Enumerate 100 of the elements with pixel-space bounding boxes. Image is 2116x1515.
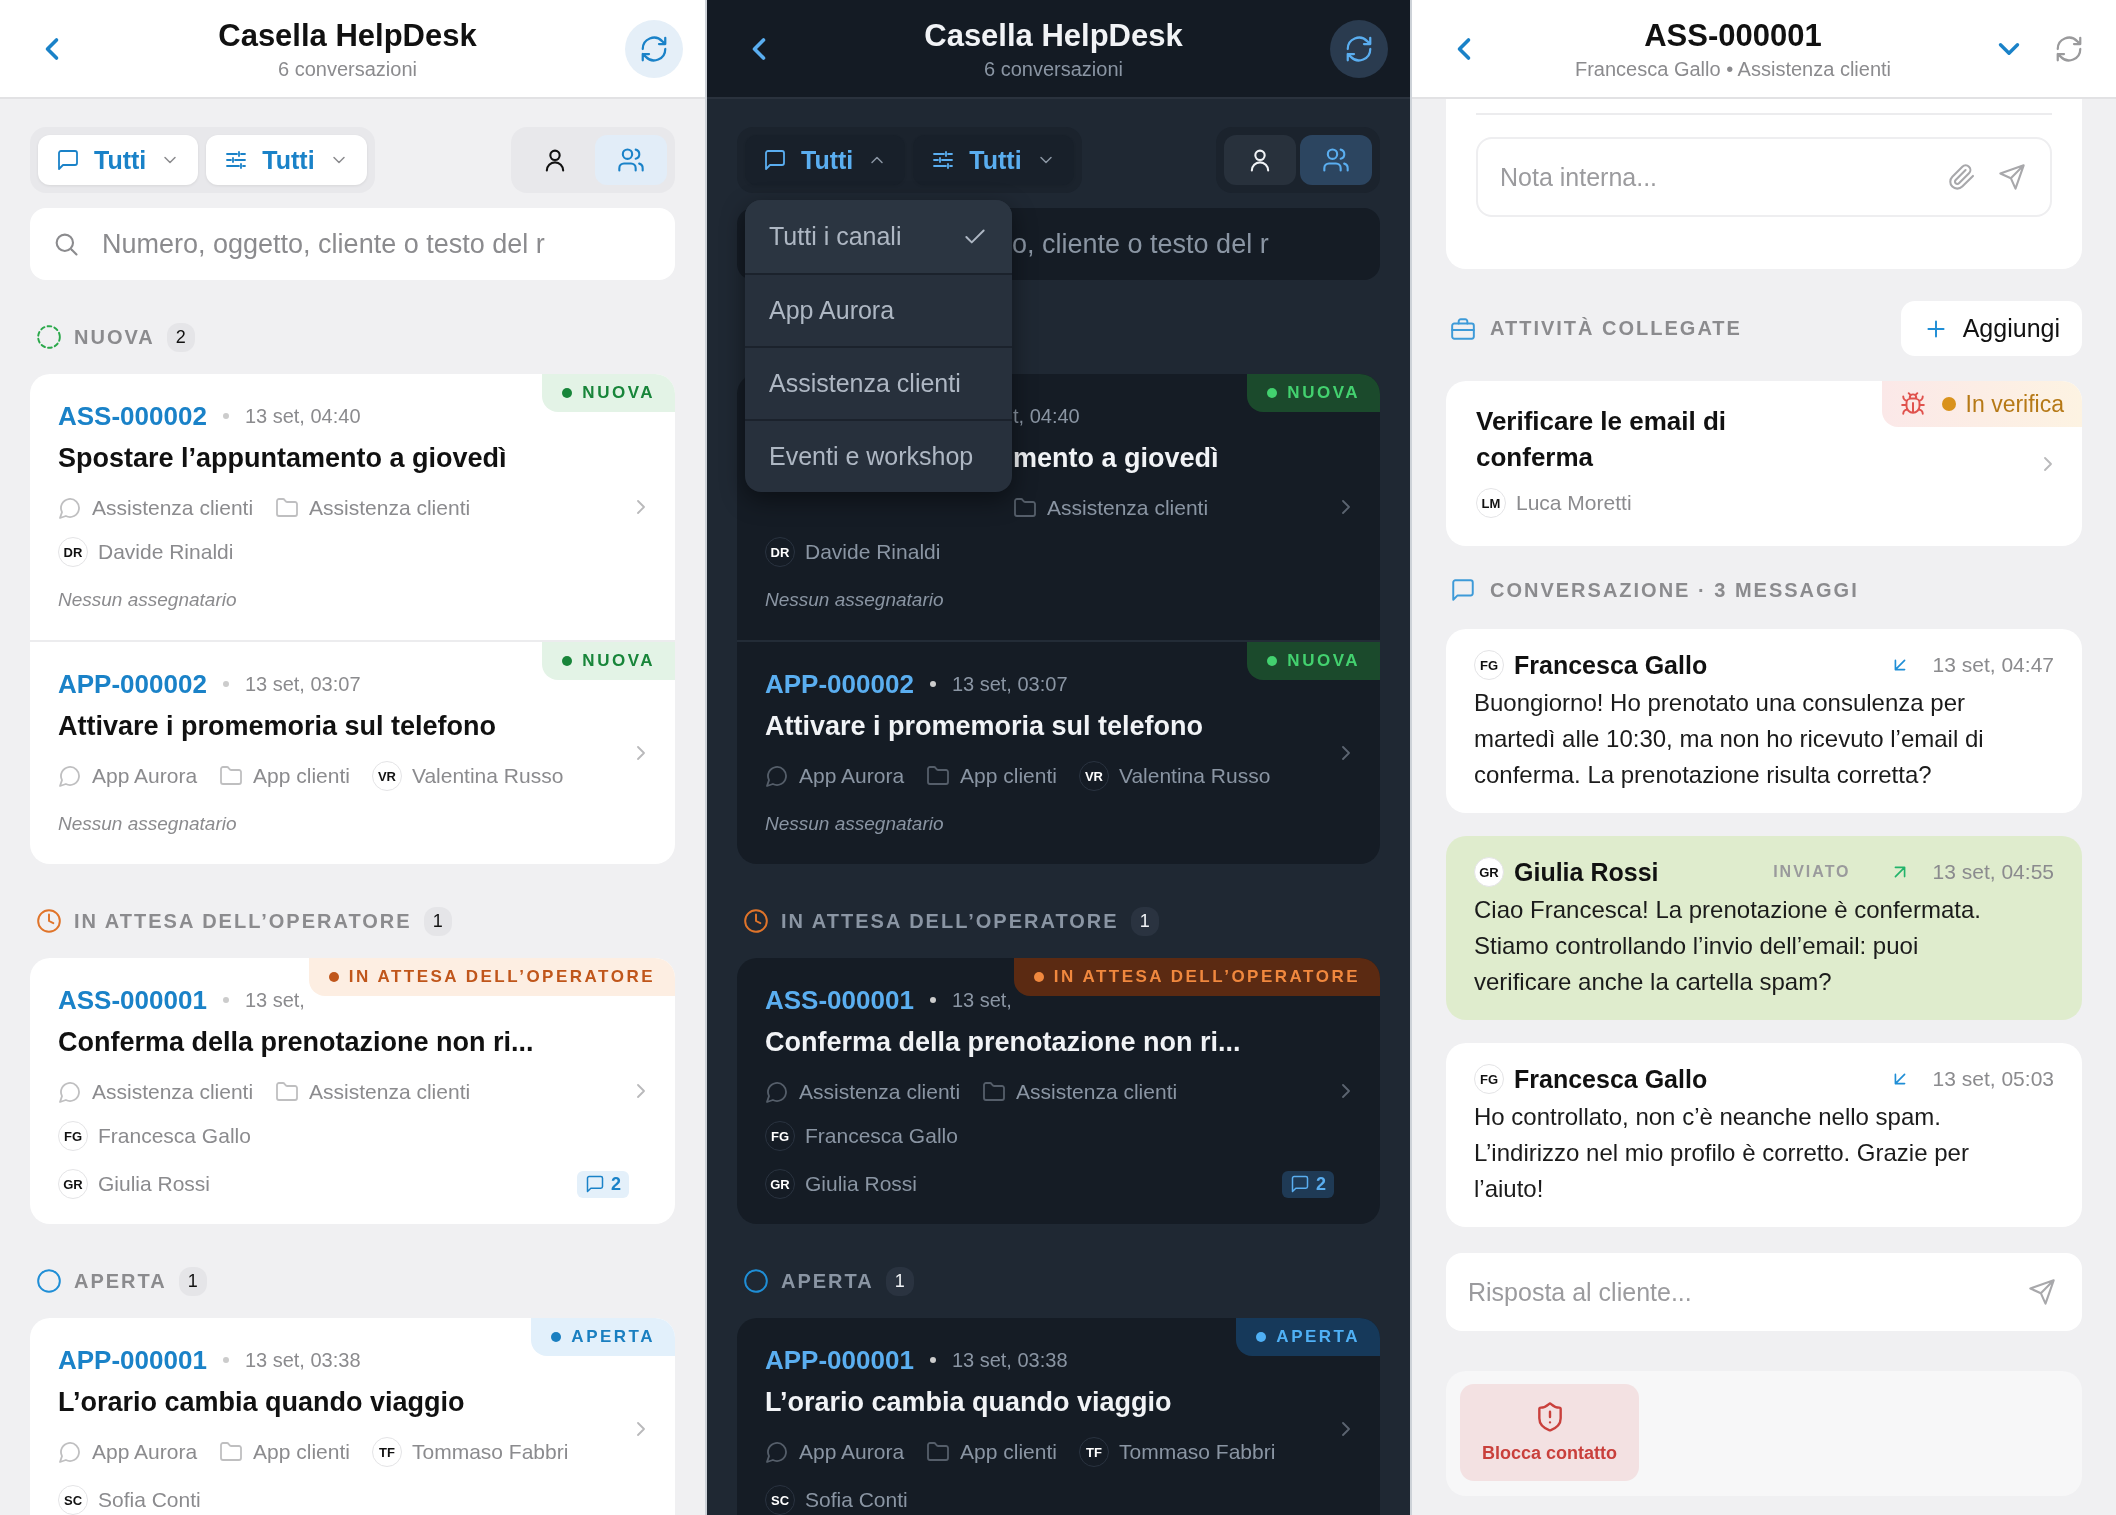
section-count: 2 bbox=[166, 322, 195, 352]
folder-label: App clienti bbox=[960, 1440, 1057, 1464]
speech-bubble-icon bbox=[58, 496, 82, 520]
paperclip-icon bbox=[1948, 163, 1976, 191]
note-field[interactable]: Nota interna... bbox=[1476, 137, 2052, 217]
initials-avatar: FG bbox=[765, 1121, 795, 1151]
message-text: Buongiorno! Ho prenotato una consulenza per martedì alle 10:30, ma non ho ricevuto l’email di conferma. La prenotazione risulta corretta? bbox=[1474, 688, 1985, 790]
person-name: Giulia Rossi bbox=[805, 1172, 918, 1196]
circle-icon bbox=[743, 1268, 769, 1294]
initials-avatar: DR bbox=[58, 537, 88, 567]
conversation-count: 6 conversazioni bbox=[278, 58, 417, 81]
user-filter-button[interactable] bbox=[1224, 135, 1296, 185]
task-card[interactable]: In verifica Verificare le email di conferma LM Luca Moretti bbox=[1446, 381, 2082, 546]
message-text: Ho controllato, non c’è neanche nello spam. L’indirizzo nel mio profilo è corretto. Grazie per l’aiuto! bbox=[1474, 1102, 1970, 1204]
filter-dropdown[interactable]: Tutti bbox=[745, 135, 906, 185]
block-contact-button[interactable]: Blocca contatto bbox=[1460, 1384, 1640, 1481]
unassigned-label: Nessun assegnatario bbox=[58, 813, 237, 835]
sliders-icon bbox=[224, 148, 249, 172]
send-icon bbox=[1998, 163, 2026, 191]
ticket-time: 13 set, bbox=[951, 988, 1012, 1012]
status-label: NUOVA bbox=[1287, 651, 1360, 671]
person-name: Tommaso Fabbri bbox=[1118, 1440, 1276, 1464]
briefcase-icon bbox=[1450, 315, 1476, 342]
section-title: IN ATTESA DELL’OPERATORE bbox=[74, 909, 412, 933]
chat-icon bbox=[763, 148, 787, 172]
status-label: APERTA bbox=[1276, 1327, 1360, 1347]
separator-dot bbox=[222, 997, 229, 1003]
filter-dropdown[interactable]: Tutti bbox=[913, 135, 1074, 185]
ticket-time: 13 set, 03:07 bbox=[951, 672, 1068, 696]
filter-dropdown[interactable]: Tutti bbox=[38, 135, 199, 185]
separator-dot bbox=[929, 1357, 936, 1363]
menu-item[interactable]: Assistenza clienti bbox=[745, 346, 1012, 419]
person-name: Davide Rinaldi bbox=[98, 540, 234, 564]
message-status: INVIATO bbox=[1773, 863, 1851, 881]
conversation-count: 6 conversazioni bbox=[984, 58, 1123, 81]
separator-dot bbox=[929, 997, 936, 1003]
channel-label: Assistenza clienti bbox=[92, 496, 254, 520]
message-time: 13 set, 05:03 bbox=[1932, 1067, 2054, 1091]
folder-label: Assistenza clienti bbox=[1047, 496, 1209, 520]
section-count: 1 bbox=[423, 906, 452, 936]
initials-avatar: TF bbox=[371, 1437, 402, 1467]
initials-avatar: SC bbox=[58, 1485, 88, 1515]
status-label: IN ATTESA DELL’OPERATORE bbox=[1053, 967, 1360, 987]
search-field[interactable]: Numero, oggetto, cliente o testo del r bbox=[30, 208, 675, 280]
folder-icon bbox=[275, 1080, 300, 1104]
separator-dot bbox=[222, 1357, 229, 1363]
initials-avatar: SC bbox=[765, 1485, 795, 1515]
folder-label: Assistenza clienti bbox=[309, 1080, 471, 1104]
status-dot bbox=[1256, 1332, 1267, 1342]
person-name: Valentina Russo bbox=[1118, 764, 1271, 788]
channel-label: App Aurora bbox=[92, 1440, 198, 1464]
ticket-id: ASS-000001 bbox=[765, 984, 914, 1016]
ticket-time: 13 set, 03:38 bbox=[244, 1348, 361, 1372]
person-name: Davide Rinaldi bbox=[805, 540, 941, 564]
ticket-id: APP-000002 bbox=[765, 668, 914, 700]
refresh-icon bbox=[2054, 33, 2084, 64]
folder-label: Assistenza clienti bbox=[309, 496, 471, 520]
menu-item[interactable]: Eventi e workshop bbox=[745, 419, 1012, 492]
speech-bubble-icon bbox=[765, 764, 789, 788]
folder-icon bbox=[982, 1080, 1007, 1104]
add-button[interactable]: Aggiungi bbox=[1900, 301, 2082, 356]
unassigned-label: Nessun assegnatario bbox=[765, 813, 944, 835]
reply-field[interactable]: Risposta al cliente... bbox=[1446, 1253, 2082, 1331]
team-filter-button[interactable] bbox=[1300, 135, 1372, 185]
ticket-title: L’orario cambia quando viaggio bbox=[58, 1386, 466, 1419]
ticket-title: Spostare l’appuntamento a giovedì bbox=[58, 442, 508, 475]
status-dot bbox=[328, 972, 339, 982]
ticket-title: Attivare i promemoria sul telefono bbox=[765, 710, 1205, 743]
unassigned-label: Nessun assegnatario bbox=[58, 589, 237, 611]
ticket-time: t, 04:40 bbox=[1013, 404, 1080, 428]
person-name: Giulia Rossi bbox=[98, 1172, 211, 1196]
status-dot bbox=[562, 656, 573, 666]
section-count: 1 bbox=[885, 1266, 914, 1296]
initials-avatar: FG bbox=[1474, 1064, 1504, 1094]
initials-avatar: LM bbox=[1476, 488, 1506, 518]
person-name: Valentina Russo bbox=[411, 764, 564, 788]
section-title: ATTIVITÀ COLLEGATE bbox=[1490, 317, 1742, 340]
ticket-id: APP-000001 bbox=[58, 1344, 207, 1376]
refresh-icon bbox=[639, 33, 669, 64]
chat-icon bbox=[1290, 1174, 1310, 1194]
folder-label: App clienti bbox=[960, 764, 1057, 788]
separator-dot bbox=[222, 681, 229, 687]
menu-item[interactable]: Tutti i canali bbox=[745, 200, 1012, 273]
send-icon bbox=[2028, 1278, 2056, 1306]
circle-icon bbox=[36, 1268, 62, 1294]
speech-bubble-icon bbox=[58, 764, 82, 788]
initials-avatar: GR bbox=[765, 1169, 795, 1199]
ticket-number: ASS-000001 bbox=[1644, 18, 1822, 54]
menu-item[interactable]: App Aurora bbox=[745, 273, 1012, 346]
filter-dropdown[interactable]: Tutti bbox=[206, 135, 367, 185]
initials-avatar: VR bbox=[1078, 761, 1109, 791]
status-label: IN ATTESA DELL’OPERATORE bbox=[348, 967, 655, 987]
ticket-title: Attivare i promemoria sul telefono bbox=[58, 710, 498, 743]
users-icon bbox=[1322, 146, 1350, 174]
status-label: APERTA bbox=[571, 1327, 655, 1347]
section-title: CONVERSAZIONE · 3 MESSAGGI bbox=[1490, 578, 1859, 602]
ticket-title: Conferma della prenotazione non ri... bbox=[58, 1026, 535, 1059]
chat-icon bbox=[1450, 577, 1476, 603]
task-title: Verificare le email di conferma bbox=[1476, 405, 1728, 474]
ticket-time: 13 set, bbox=[244, 988, 305, 1012]
